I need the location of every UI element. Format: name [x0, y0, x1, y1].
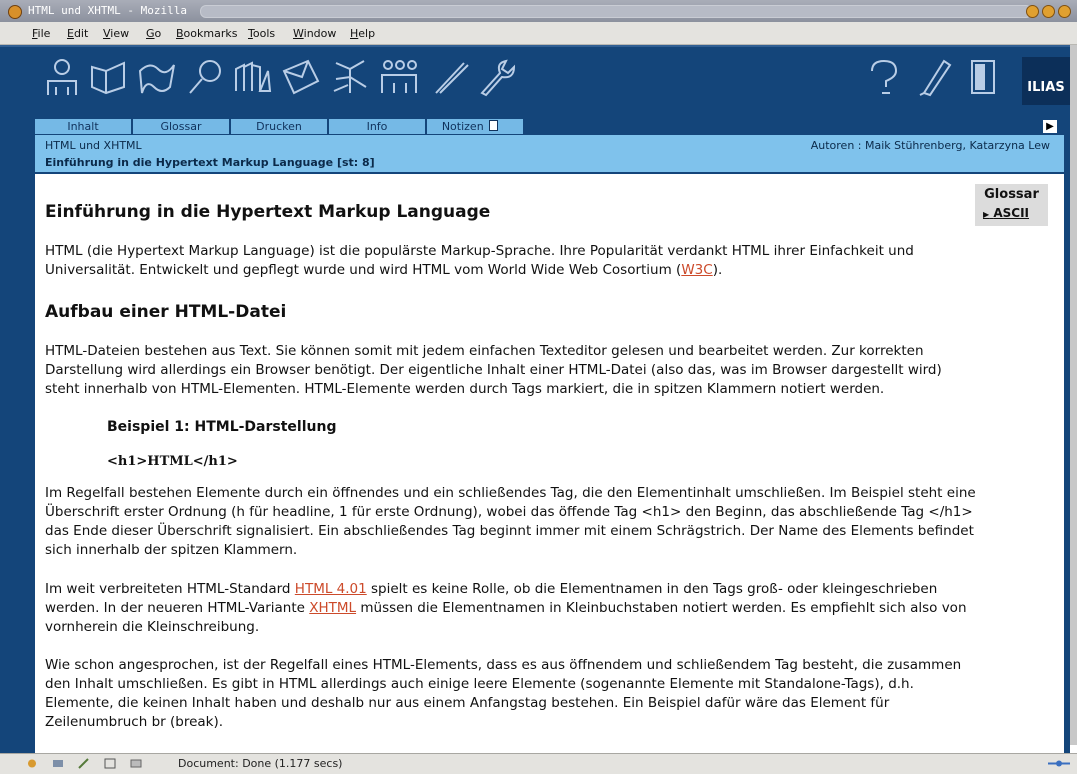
window-titlebar: HTML und XHTML - Mozilla — [0, 0, 1077, 22]
intro-paragraph: HTML (die Hypertext Markup Language) ist… — [45, 242, 1055, 280]
flag-icon[interactable] — [136, 57, 176, 97]
paragraph-3: Im weit verbreiteten HTML-Standard HTML … — [45, 580, 1055, 637]
triangle-icon: ▶ — [983, 210, 990, 219]
p4-line-2: den Inhalt umschließen. Es gibt in HTML … — [45, 676, 914, 692]
intro-line-2: Universalität. Entwickelt und gepflegt w… — [45, 262, 682, 278]
book-icon[interactable] — [88, 57, 128, 97]
paragraph-2: Im Regelfall bestehen Elemente durch ein… — [45, 484, 1055, 560]
connection-status-icon — [1048, 760, 1070, 767]
library-icon[interactable] — [232, 57, 272, 97]
logout-door-icon[interactable] — [962, 57, 1002, 97]
status-bar: Document: Done (1.177 secs) — [0, 753, 1077, 774]
tab-glossar[interactable]: Glossar — [133, 119, 229, 134]
feedback-pen-icon[interactable] — [914, 57, 954, 97]
content-area: Glossar ▶ ASCII Einführung in die Hypert… — [35, 174, 1064, 752]
forum-icon[interactable] — [330, 57, 370, 97]
window-title: HTML und XHTML - Mozilla — [28, 4, 187, 17]
glossary-item-label: ASCII — [993, 206, 1030, 220]
groups-icon[interactable] — [378, 57, 418, 97]
menu-bar: File Edit View Go Bookmarks Tools Window… — [0, 22, 1077, 45]
p1-line-2: Darstellung wird allerdings ein Browser … — [45, 362, 942, 378]
p4-line-4: Zeilenumbruch br (break). — [45, 714, 224, 730]
paragraph-1: HTML-Dateien bestehen aus Text. Sie könn… — [45, 342, 1055, 399]
menu-go[interactable]: Go — [146, 27, 161, 40]
search-icon[interactable] — [186, 57, 226, 97]
next-page-arrow-icon[interactable]: ▶ — [1043, 120, 1057, 133]
edit-pencil-icon[interactable] — [430, 57, 470, 97]
course-info-bar: HTML und XHTML Einführung in die Hyperte… — [35, 135, 1064, 174]
ilias-logo: ILIAS — [1022, 57, 1070, 105]
menu-window[interactable]: Window — [293, 27, 336, 40]
tab-info[interactable]: Info — [329, 119, 425, 134]
glossary-link-ascii[interactable]: ▶ ASCII — [983, 206, 1029, 220]
left-frame-border — [0, 113, 35, 753]
window-scrollbar[interactable] — [1070, 45, 1077, 745]
p4-line-1: Wie schon angesprochen, ist der Regelfal… — [45, 657, 962, 673]
glossary-title: Glossar — [984, 187, 1039, 202]
close-button[interactable] — [1058, 5, 1071, 18]
personal-desktop-icon[interactable] — [42, 57, 82, 97]
p3-line-2: werden. In der neueren HTML-Variante — [45, 600, 310, 616]
html401-link[interactable]: HTML 4.01 — [295, 581, 367, 597]
tab-notizen-label: Notizen — [441, 120, 484, 133]
p3-line-1-end: spielt es keine Rolle, ob die Elementnam… — [366, 581, 938, 597]
example-code: <h1>HTML</h1> — [107, 454, 238, 469]
p2-line-2: Überschrift erster Ordnung (h für headli… — [45, 504, 973, 520]
menu-view[interactable]: View — [103, 27, 129, 40]
menu-bookmarks[interactable]: Bookmarks — [176, 27, 237, 40]
address-book-icon[interactable] — [104, 758, 116, 769]
composer-icon[interactable] — [78, 758, 90, 769]
titlebar-drag-area[interactable] — [200, 5, 1032, 18]
navigator-icon[interactable] — [26, 758, 38, 769]
minimize-button[interactable] — [1026, 5, 1039, 18]
chapter-title: Einführung in die Hypertext Markup Langu… — [45, 156, 375, 169]
p2-line-4: sich innerhalb der spitzen Klammern. — [45, 542, 298, 558]
note-page-icon — [489, 120, 499, 131]
menu-help[interactable]: Help — [350, 27, 375, 40]
example-title: Beispiel 1: HTML-Darstellung — [107, 419, 337, 435]
p3-line-3: vornherein die Kleinschreibung. — [45, 619, 260, 635]
p4-line-3: Elemente, die keinen Inhalt haben und de… — [45, 695, 890, 711]
w3c-link[interactable]: W3C — [681, 262, 712, 278]
p3-line-2-end: müssen die Elementnamen in Kleinbuchstab… — [356, 600, 967, 616]
help-icon[interactable] — [864, 57, 904, 97]
maximize-button[interactable] — [1042, 5, 1055, 18]
tab-drucken[interactable]: Drucken — [231, 119, 327, 134]
course-title[interactable]: HTML und XHTML — [45, 139, 142, 152]
mail-icon[interactable] — [280, 57, 320, 97]
page-heading: Einführung in die Hypertext Markup Langu… — [45, 202, 491, 222]
p1-line-3: steht innerhalb von HTML-Elementen. HTML… — [45, 381, 885, 397]
menu-file[interactable]: File — [32, 27, 50, 40]
p2-line-3: das Ende dieser Überschrift signalisiert… — [45, 523, 974, 539]
window-controls — [1026, 5, 1071, 18]
tab-notizen[interactable]: Notizen — [427, 119, 523, 134]
menu-edit[interactable]: Edit — [67, 27, 88, 40]
p2-line-1: Im Regelfall bestehen Elemente durch ein… — [45, 485, 976, 501]
p3-line-1: Im weit verbreiteten HTML-Standard — [45, 581, 295, 597]
p1-line-1: HTML-Dateien bestehen aus Text. Sie könn… — [45, 343, 924, 359]
section-heading: Aufbau einer HTML-Datei — [45, 302, 287, 322]
mail-status-icon[interactable] — [52, 758, 64, 769]
irc-chat-icon[interactable] — [130, 758, 142, 769]
intro-line-1: HTML (die Hypertext Markup Language) ist… — [45, 243, 914, 259]
authors: Autoren : Maik Stührenberg, Katarzyna Le… — [810, 139, 1050, 152]
xhtml-link[interactable]: XHTML — [309, 600, 356, 616]
tools-wrench-icon[interactable] — [478, 57, 518, 97]
mozilla-icon — [8, 5, 22, 19]
menu-tools[interactable]: Tools — [248, 27, 275, 40]
ilias-toolbar: ILIAS — [0, 45, 1077, 115]
glossary-box: Glossar ▶ ASCII — [975, 184, 1048, 226]
tab-inhalt[interactable]: Inhalt — [35, 119, 131, 134]
intro-line-2-end: ). — [712, 262, 723, 278]
status-text: Document: Done (1.177 secs) — [178, 757, 343, 770]
paragraph-4: Wie schon angesprochen, ist der Regelfal… — [45, 656, 1055, 732]
